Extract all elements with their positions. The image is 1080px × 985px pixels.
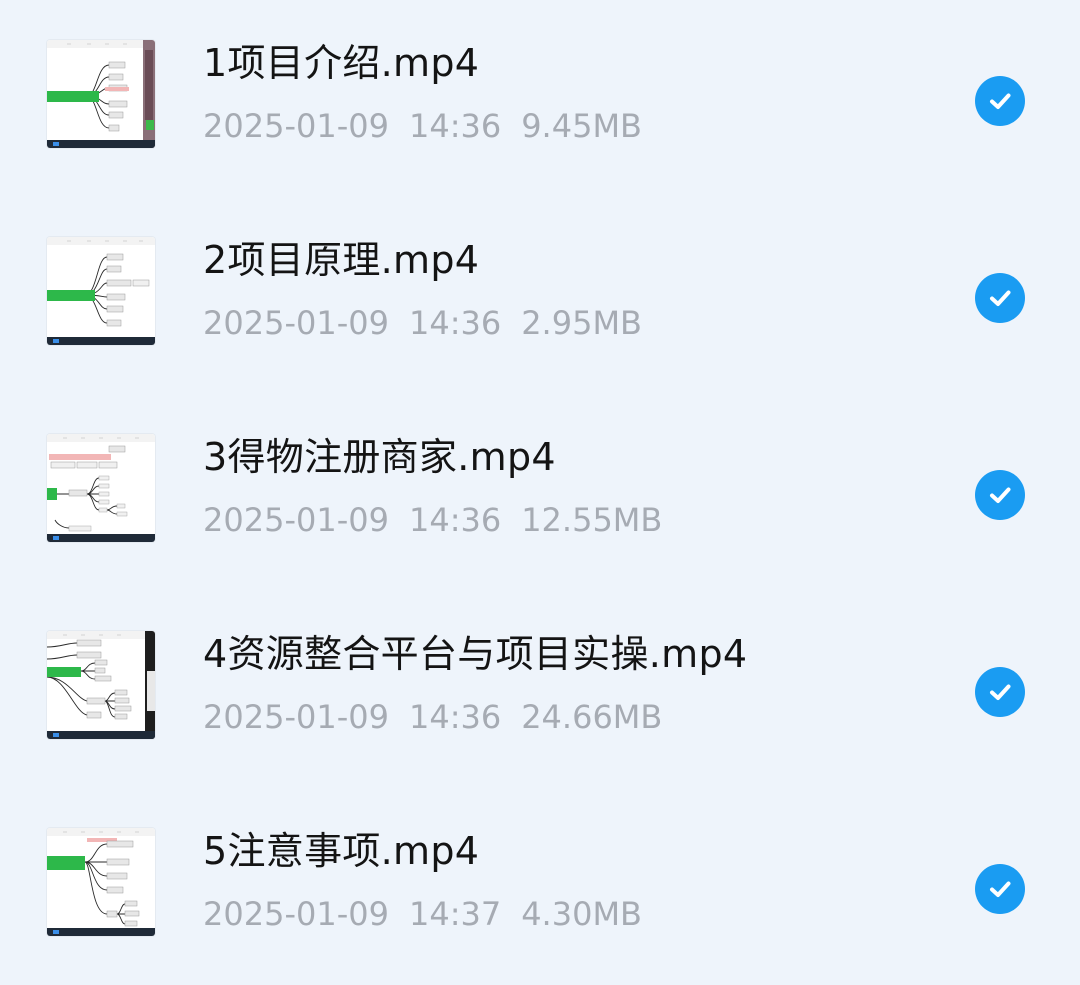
- check-circle-icon: [990, 290, 1011, 306]
- file-row[interactable]: 1项目介绍.mp4 2025-01-09 14:36 9.45MB: [0, 0, 1080, 197]
- check-circle-icon: [990, 487, 1011, 503]
- file-meta: 2025-01-09 14:36 9.45MB: [203, 106, 662, 146]
- file-time: 14:36: [408, 698, 502, 736]
- selected-checkbox[interactable]: [975, 667, 1025, 717]
- file-time: 14:37: [408, 895, 502, 933]
- file-row[interactable]: 2项目原理.mp4 2025-01-09 14:36 2.95MB: [0, 197, 1080, 394]
- file-time: 14:36: [408, 304, 502, 342]
- file-date: 2025-01-09: [203, 895, 389, 933]
- check-circle-icon: [990, 881, 1011, 897]
- file-time: 14:36: [408, 107, 502, 145]
- file-date: 2025-01-09: [203, 107, 389, 145]
- file-date: 2025-01-09: [203, 501, 389, 539]
- file-name: 5注意事项.mp4: [203, 829, 480, 873]
- file-date: 2025-01-09: [203, 304, 389, 342]
- file-meta: 2025-01-09 14:36 24.66MB: [203, 697, 682, 737]
- video-thumbnail[interactable]: [47, 434, 155, 542]
- file-size: 4.30MB: [521, 895, 642, 933]
- file-time: 14:36: [408, 501, 502, 539]
- file-row[interactable]: 4资源整合平台与项目实操.mp4 2025-01-09 14:36 24.66MB: [0, 591, 1080, 788]
- video-thumbnail[interactable]: [47, 40, 155, 148]
- file-date: 2025-01-09: [203, 698, 389, 736]
- video-thumbnail[interactable]: [47, 237, 155, 345]
- selected-checkbox[interactable]: [975, 273, 1025, 323]
- video-thumbnail[interactable]: [47, 631, 155, 739]
- file-size: 12.55MB: [521, 501, 663, 539]
- file-size: 24.66MB: [521, 698, 663, 736]
- check-circle-icon: [990, 93, 1011, 109]
- file-name: 1项目介绍.mp4: [203, 41, 480, 85]
- file-row[interactable]: 5注意事项.mp4 2025-01-09 14:37 4.30MB: [0, 788, 1080, 985]
- file-size: 2.95MB: [521, 304, 642, 342]
- file-name: 3得物注册商家.mp4: [203, 435, 556, 479]
- video-thumbnail[interactable]: [47, 828, 155, 936]
- selected-checkbox[interactable]: [975, 470, 1025, 520]
- file-meta: 2025-01-09 14:37 4.30MB: [203, 894, 662, 934]
- file-list: 1项目介绍.mp4 2025-01-09 14:36 9.45MB 2项目原理.…: [0, 0, 1080, 977]
- file-row[interactable]: 3得物注册商家.mp4 2025-01-09 14:36 12.55MB: [0, 394, 1080, 591]
- file-name: 4资源整合平台与项目实操.mp4: [203, 632, 748, 676]
- file-meta: 2025-01-09 14:36 2.95MB: [203, 303, 662, 343]
- file-name: 2项目原理.mp4: [203, 238, 480, 282]
- file-size: 9.45MB: [521, 107, 642, 145]
- selected-checkbox[interactable]: [975, 76, 1025, 126]
- file-meta: 2025-01-09 14:36 12.55MB: [203, 500, 682, 540]
- check-circle-icon: [990, 684, 1011, 700]
- selected-checkbox[interactable]: [975, 864, 1025, 914]
